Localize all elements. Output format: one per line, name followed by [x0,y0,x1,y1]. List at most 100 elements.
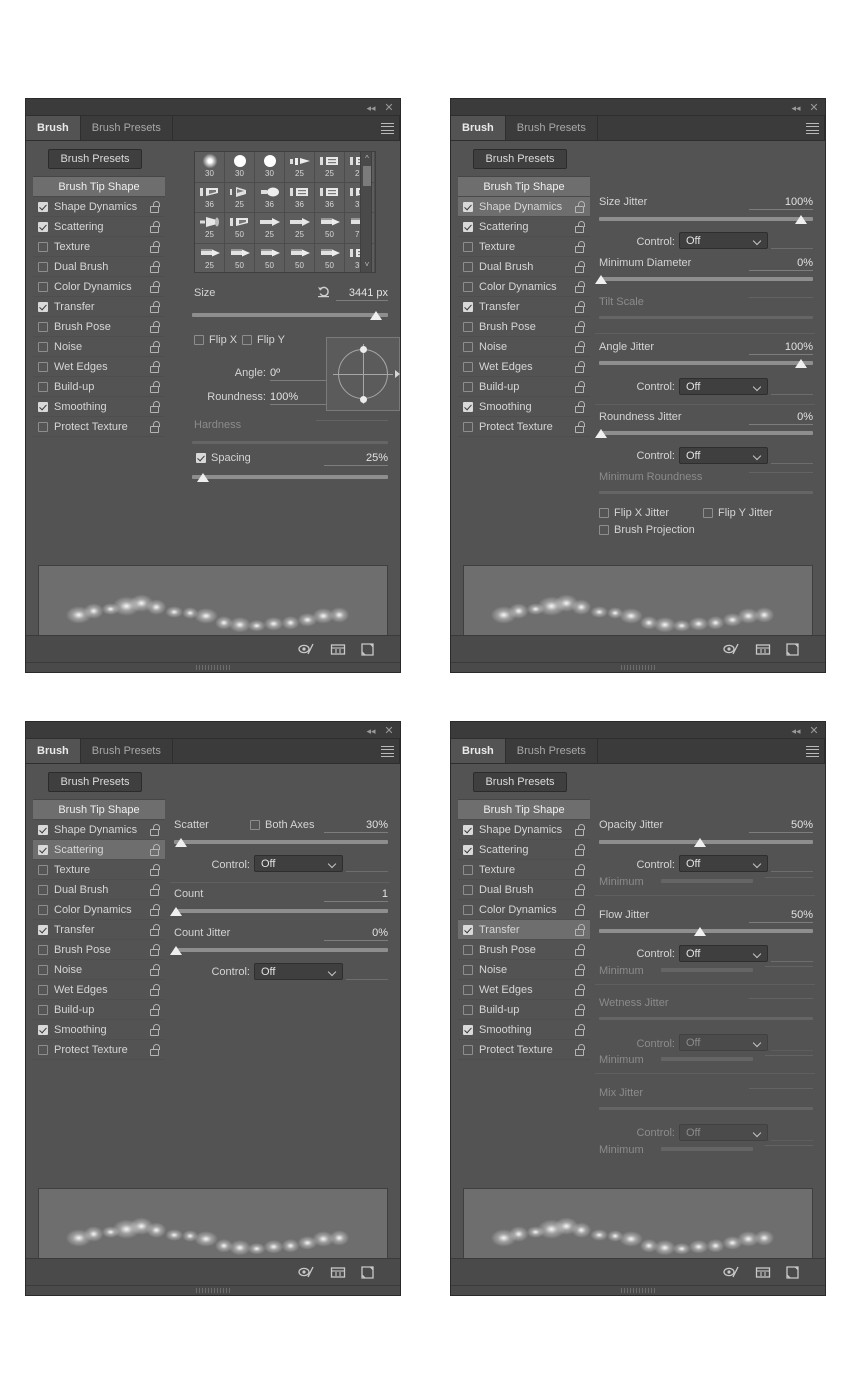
sidebar-item-build-up[interactable]: Build-up [458,377,590,397]
sidebar-item-build-up[interactable]: Build-up [33,1000,165,1020]
section-toggle-checkbox[interactable] [463,865,473,875]
sidebar-item-shape-dynamics[interactable]: Shape Dynamics [33,820,165,840]
lock-icon[interactable] [150,361,160,373]
sidebar-item-noise[interactable]: Noise [33,960,165,980]
sidebar-item-dual-brush[interactable]: Dual Brush [458,880,590,900]
brush-thumbnail[interactable]: 36 [285,183,315,214]
section-toggle-checkbox[interactable] [463,965,473,975]
angle-jitter-value[interactable]: 100% [749,341,813,355]
sidebar-item-brush-tip-shape[interactable]: Brush Tip Shape [33,800,165,820]
section-toggle-checkbox[interactable] [38,1025,48,1035]
count-jitter-knob[interactable] [170,946,182,955]
panel-resize-grip[interactable] [451,1285,825,1295]
brush-presets-button[interactable]: Brush Presets [48,149,141,169]
lock-icon[interactable] [150,824,160,836]
section-toggle-checkbox[interactable] [463,925,473,935]
dial-handle-top[interactable] [360,346,367,353]
sidebar-item-color-dynamics[interactable]: Color Dynamics [33,277,165,297]
lock-icon[interactable] [150,281,160,293]
lock-icon[interactable] [575,1004,585,1016]
sidebar-item-scattering[interactable]: Scattering [458,840,590,860]
section-toggle-checkbox[interactable] [463,885,473,895]
lock-icon[interactable] [575,864,585,876]
roundness-jitter-track[interactable] [599,431,813,435]
create-new-brush-preset-icon[interactable] [330,642,346,657]
section-toggle-checkbox[interactable] [38,262,48,272]
lock-icon[interactable] [150,401,160,413]
section-toggle-checkbox[interactable] [38,865,48,875]
section-toggle-checkbox[interactable] [38,342,48,352]
section-toggle-checkbox[interactable] [463,382,473,392]
angle-jitter-control-select[interactable]: Off [679,378,768,395]
lock-icon[interactable] [575,1044,585,1056]
flip-x-jitter-checkbox[interactable]: Flip X Jitter [599,507,669,519]
flip-y-jitter-box[interactable] [703,508,713,518]
both-axes-box[interactable] [250,820,260,830]
section-toggle-checkbox[interactable] [38,1045,48,1055]
lock-icon[interactable] [150,864,160,876]
collapse-icon[interactable]: ◂◂ [365,102,377,114]
tab-brush[interactable]: Brush [26,739,81,763]
brush-projection-checkbox[interactable]: Brush Projection [599,524,695,536]
flow-control-select[interactable]: Off [679,945,768,962]
lock-icon[interactable] [575,201,585,213]
sidebar-item-brush-pose[interactable]: Brush Pose [33,317,165,337]
sidebar-item-brush-tip-shape[interactable]: Brush Tip Shape [458,177,590,197]
size-slider-knob[interactable] [370,311,382,320]
hamburger-menu-icon[interactable] [806,123,819,134]
opacity-jitter-track[interactable] [599,840,813,844]
section-toggle-checkbox[interactable] [463,322,473,332]
sidebar-item-brush-tip-shape[interactable]: Brush Tip Shape [33,177,165,197]
lock-icon[interactable] [150,904,160,916]
lock-icon[interactable] [150,1044,160,1056]
sidebar-item-transfer[interactable]: Transfer [458,297,590,317]
lock-icon[interactable] [575,964,585,976]
brush-thumbnail[interactable]: 25 [195,213,225,244]
spacing-box[interactable] [196,453,206,463]
spacing-value[interactable]: 25% [324,452,388,466]
section-toggle-checkbox[interactable] [463,985,473,995]
toggle-brush-pressure-icon[interactable] [298,642,314,657]
section-toggle-checkbox[interactable] [38,1005,48,1015]
collapse-icon[interactable]: ◂◂ [790,102,802,114]
brush-thumbnail[interactable]: 50 [255,244,285,274]
section-toggle-checkbox[interactable] [38,825,48,835]
count-value[interactable]: 1 [324,888,388,902]
size-jitter-control-select[interactable]: Off [679,232,768,249]
sidebar-item-noise[interactable]: Noise [33,337,165,357]
sidebar-item-texture[interactable]: Texture [33,860,165,880]
scrollbar-thumb[interactable] [363,166,371,186]
lock-icon[interactable] [575,301,585,313]
dial-angle-arrow-icon[interactable] [395,370,400,378]
count-knob[interactable] [170,907,182,916]
flip-x-box[interactable] [194,335,204,345]
section-toggle-checkbox[interactable] [463,222,473,232]
brush-presets-button[interactable]: Brush Presets [473,149,566,169]
lock-icon[interactable] [150,241,160,253]
lock-icon[interactable] [150,964,160,976]
brush-thumbnail[interactable]: 50 [225,244,255,274]
new-brush-icon[interactable] [785,642,801,657]
brush-presets-button[interactable]: Brush Presets [48,772,141,792]
sidebar-item-dual-brush[interactable]: Dual Brush [33,257,165,277]
section-toggle-checkbox[interactable] [38,925,48,935]
sidebar-item-wet-edges[interactable]: Wet Edges [33,980,165,1000]
lock-icon[interactable] [150,1004,160,1016]
opacity-control-select[interactable]: Off [679,855,768,872]
brush-thumbnail[interactable]: 50 [225,213,255,244]
lock-icon[interactable] [575,401,585,413]
sidebar-item-texture[interactable]: Texture [458,237,590,257]
lock-icon[interactable] [150,221,160,233]
brush-thumbnail[interactable]: 25 [255,213,285,244]
minimum-diameter-knob[interactable] [595,275,607,284]
dial-handle-bottom[interactable] [360,396,367,403]
opacity-jitter-knob[interactable] [694,838,706,847]
section-toggle-checkbox[interactable] [38,202,48,212]
minimum-diameter-track[interactable] [599,277,813,281]
tab-brush[interactable]: Brush [26,116,81,140]
lock-icon[interactable] [150,381,160,393]
sidebar-item-shape-dynamics[interactable]: Shape Dynamics [458,197,590,217]
brush-projection-box[interactable] [599,525,609,535]
sidebar-item-brush-pose[interactable]: Brush Pose [33,940,165,960]
section-toggle-checkbox[interactable] [38,422,48,432]
